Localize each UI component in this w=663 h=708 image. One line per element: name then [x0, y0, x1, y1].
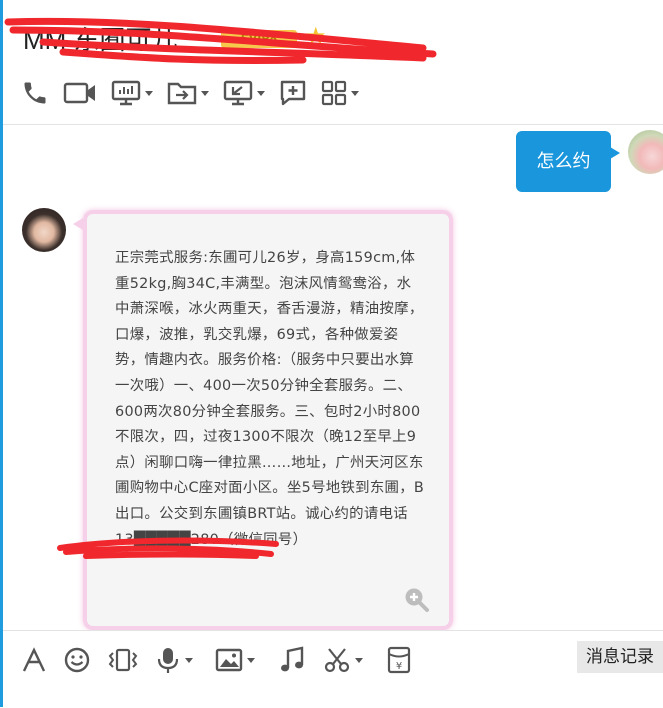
- avatar-contact[interactable]: [22, 208, 66, 252]
- screenshot-button[interactable]: [323, 645, 363, 675]
- image-button[interactable]: [215, 645, 255, 675]
- vip-badge[interactable]: SVIP8: [221, 30, 297, 48]
- message-text: 正宗莞式服务:东圃可儿26岁，身高159cm,体重52kg,胸34C,丰满型。泡…: [115, 250, 425, 548]
- phone-call-button[interactable]: [21, 76, 49, 110]
- red-packet-icon: ¥: [387, 646, 411, 674]
- video-call-icon: [63, 82, 95, 104]
- emoji-button[interactable]: [63, 645, 91, 675]
- screenshot-icon: [324, 648, 350, 673]
- voice-icon: [157, 648, 179, 673]
- file-transfer-icon: [167, 82, 197, 105]
- remote-desktop-icon: [223, 80, 253, 106]
- image-icon: [215, 648, 243, 672]
- chevron-down-icon[interactable]: [201, 90, 209, 96]
- music-button[interactable]: [279, 645, 305, 675]
- chat-toolbar: [21, 76, 373, 110]
- add-comment-button[interactable]: [279, 76, 307, 110]
- voice-button[interactable]: [155, 645, 193, 675]
- star-icon[interactable]: ★: [305, 22, 327, 50]
- music-icon: [281, 646, 304, 672]
- chevron-down-icon[interactable]: [355, 657, 363, 663]
- font-icon: [22, 647, 46, 672]
- chevron-down-icon[interactable]: [185, 657, 193, 663]
- chevron-down-icon[interactable]: [247, 657, 255, 663]
- apps-icon: [321, 80, 347, 106]
- phone-icon: [24, 82, 46, 104]
- contact-name[interactable]: MM 东囿可儿: [23, 20, 178, 57]
- message-history-button[interactable]: 消息记录: [577, 641, 663, 673]
- input-toolbar: ¥: [3, 630, 663, 708]
- shake-icon: [108, 648, 138, 672]
- apps-button[interactable]: [321, 76, 359, 110]
- add-comment-icon: [280, 80, 306, 106]
- file-transfer-button[interactable]: [167, 76, 209, 110]
- emoji-icon: [64, 647, 90, 673]
- font-button[interactable]: [21, 645, 47, 675]
- screen-share-button[interactable]: [111, 76, 153, 110]
- chevron-down-icon[interactable]: [351, 90, 359, 96]
- chevron-down-icon[interactable]: [257, 90, 265, 96]
- zoom-in-icon[interactable]: [403, 586, 431, 614]
- video-call-button[interactable]: [63, 76, 97, 110]
- message-bubble-outgoing[interactable]: 怎么约: [516, 131, 620, 192]
- message-bubble-incoming[interactable]: 正宗莞式服务:东圃可儿26岁，身高159cm,体重52kg,胸34C,丰满型。泡…: [73, 210, 453, 630]
- svg-text:¥: ¥: [396, 661, 402, 672]
- screen-share-icon: [111, 80, 141, 106]
- chevron-down-icon[interactable]: [145, 90, 153, 96]
- red-packet-button[interactable]: ¥: [387, 645, 411, 675]
- chat-header: MM 东囿可儿 SVIP8 ★: [3, 0, 663, 125]
- shake-button[interactable]: [107, 645, 139, 675]
- remote-desktop-button[interactable]: [223, 76, 265, 110]
